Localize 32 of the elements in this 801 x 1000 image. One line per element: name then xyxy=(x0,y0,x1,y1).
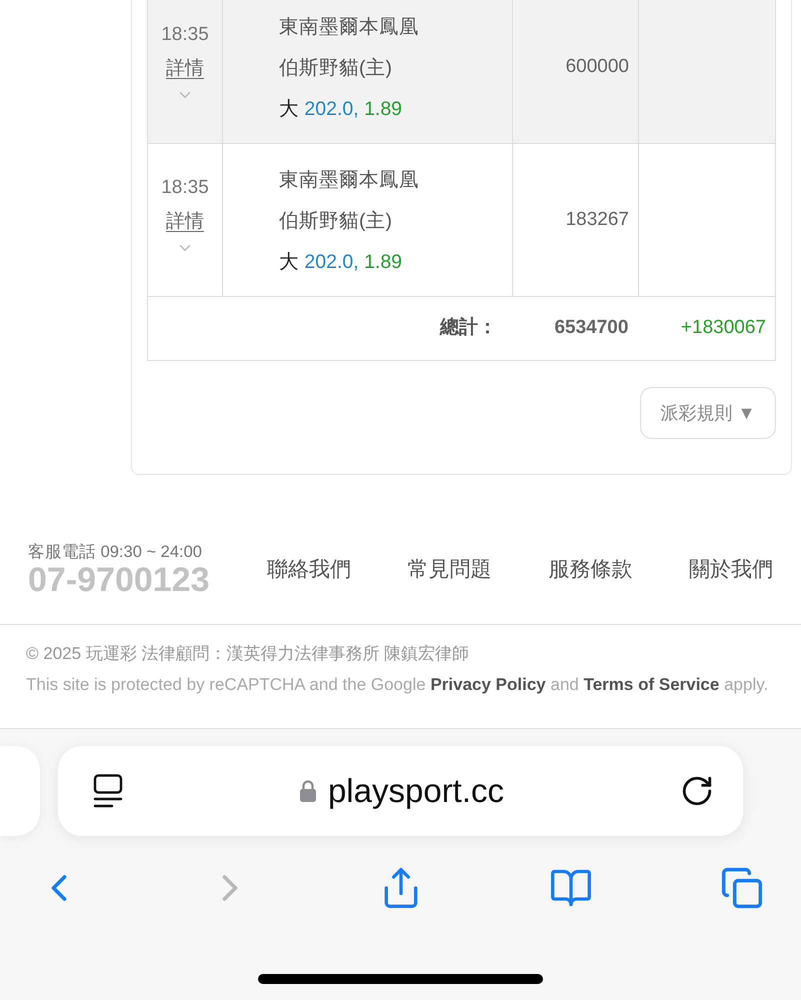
overlapping-squares-icon[interactable] xyxy=(720,866,764,910)
privacy-policy-link[interactable]: Privacy Policy xyxy=(430,675,546,694)
total-result: +1830067 xyxy=(680,317,766,338)
stake-amount: 600000 xyxy=(566,54,629,79)
total-label: 總計： xyxy=(440,317,497,338)
refresh-icon[interactable] xyxy=(680,774,714,808)
details-link[interactable]: 詳情 xyxy=(166,205,204,239)
page-lines-icon[interactable] xyxy=(92,774,124,808)
total-stake: 6534700 xyxy=(554,317,628,338)
home-team: 東南墨爾本鳳凰 xyxy=(279,15,419,40)
hotline-hours: 客服電話 09:30 ~ 24:00 xyxy=(28,542,202,562)
phone-number: 07-9700123 xyxy=(28,562,210,598)
match-time: 18:35 xyxy=(161,176,209,200)
footer-link[interactable]: 聯絡我們 xyxy=(267,554,351,586)
stake-amount: 183267 xyxy=(566,208,629,232)
address-bar[interactable]: playsport.cc xyxy=(58,746,743,836)
away-team: 伯斯野貓(主) xyxy=(279,209,392,234)
footer-link[interactable]: 常見問題 xyxy=(408,554,492,586)
payout-rules-button[interactable]: 派彩規則 ▼ xyxy=(640,387,776,439)
url-text: playsport.cc xyxy=(328,771,504,812)
bet-selection: 大 202.0, 1.89 xyxy=(279,250,402,275)
bet-selection: 大 202.0, 1.89 xyxy=(279,97,402,122)
lock-icon xyxy=(300,780,316,802)
home-team: 東南墨爾本鳳凰 xyxy=(279,168,419,193)
terms-of-service-link[interactable]: Terms of Service xyxy=(584,675,720,694)
footer-link[interactable]: 關於我們 xyxy=(688,554,773,586)
copyright-text: © 2025 玩運彩 法律顧問：漢英得力法律事務所 陳鎮宏律師 xyxy=(26,643,470,665)
match-time: 18:35 xyxy=(161,23,209,47)
recaptcha-notice: This site is protected by reCAPTCHA and the Google Privacy Policy and Terms of Service apply. xyxy=(26,674,768,696)
away-team: 伯斯野貓(主) xyxy=(279,56,392,81)
footer-link[interactable]: 服務條款 xyxy=(548,554,632,586)
details-link[interactable]: 詳情 xyxy=(166,52,204,86)
